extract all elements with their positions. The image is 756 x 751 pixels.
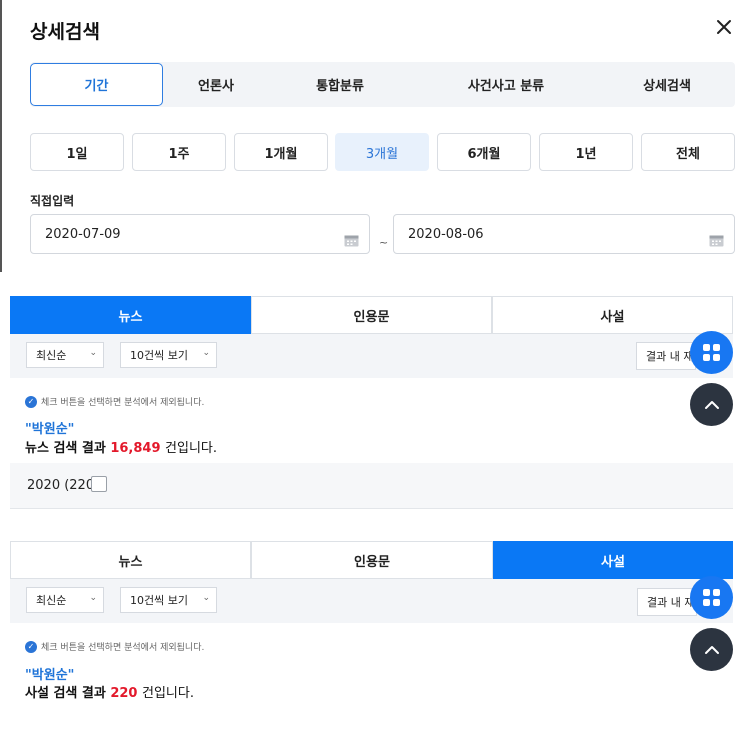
calendar-icon[interactable] bbox=[709, 234, 724, 247]
page-size-select[interactable]: 10건씩 보기 ⌄ bbox=[120, 587, 217, 613]
exclude-notice-text: 체크 버튼을 선택하면 분석에서 제외됩니다. bbox=[41, 398, 205, 408]
year-exclude-checkbox[interactable] bbox=[91, 476, 107, 492]
tab-quotes[interactable]: 인용문 bbox=[251, 541, 493, 579]
modal-title: 상세검색 bbox=[30, 21, 100, 43]
period-1year-button[interactable]: 1년 bbox=[539, 133, 633, 171]
date-to-value: 2020-08-06 bbox=[408, 226, 484, 242]
date-from-input[interactable]: 2020-07-09 bbox=[30, 214, 370, 254]
sort-select[interactable]: 최신순 ⌄ bbox=[26, 587, 104, 613]
tab-editorial[interactable]: 사설 bbox=[492, 296, 733, 334]
period-3month-button[interactable]: 3개월 bbox=[335, 133, 429, 171]
period-1week-button[interactable]: 1주 bbox=[132, 133, 226, 171]
result-summary: 뉴스 검색 결과 16,849 건입니다. bbox=[25, 437, 217, 456]
close-button[interactable] bbox=[716, 18, 732, 40]
result-count: 220 bbox=[110, 686, 138, 701]
check-circle-icon: ✓ bbox=[25, 640, 37, 653]
calendar-icon[interactable] bbox=[344, 234, 359, 247]
tab-detail-search[interactable]: 상세검색 bbox=[601, 62, 733, 107]
chevron-down-icon: ⌄ bbox=[89, 593, 97, 603]
tab-editorial[interactable]: 사설 bbox=[493, 541, 733, 579]
tab-integrated-category[interactable]: 통합분류 bbox=[269, 62, 411, 107]
scroll-top-button[interactable] bbox=[690, 383, 733, 426]
period-1month-button[interactable]: 1개월 bbox=[234, 133, 328, 171]
menu-fab-button[interactable] bbox=[690, 576, 733, 619]
search-keyword: "박원순" bbox=[25, 668, 75, 683]
date-from-value: 2020-07-09 bbox=[45, 226, 121, 242]
tab-press[interactable]: 언론사 bbox=[163, 62, 269, 107]
result-filter-bar: 최신순 ⌄ 10건씩 보기 ⌄ 결과 내 재 bbox=[10, 579, 733, 623]
year-filter-row: 2020 (220) bbox=[10, 463, 733, 509]
period-6month-button[interactable]: 6개월 bbox=[437, 133, 531, 171]
result-summary: 사설 검색 결과 220 건입니다. bbox=[25, 682, 194, 701]
result-summary-suffix: 건입니다. bbox=[165, 441, 218, 456]
chevron-up-icon bbox=[704, 645, 719, 654]
exclude-notice: ✓ 체크 버튼을 선택하면 분석에서 제외됩니다. bbox=[25, 640, 204, 653]
chevron-up-icon bbox=[704, 400, 719, 409]
tab-news[interactable]: 뉴스 bbox=[10, 296, 251, 334]
menu-fab-button[interactable] bbox=[690, 331, 733, 374]
result-summary-suffix: 건입니다. bbox=[142, 686, 194, 701]
sort-select[interactable]: 최신순 ⌄ bbox=[26, 342, 104, 368]
date-to-input[interactable]: 2020-08-06 bbox=[393, 214, 735, 254]
page-size-select-value: 10건씩 보기 bbox=[130, 349, 188, 362]
direct-input-label: 직접입력 bbox=[30, 194, 75, 208]
tab-news[interactable]: 뉴스 bbox=[10, 541, 251, 579]
grid-icon bbox=[703, 589, 720, 606]
year-label: 2020 (220) bbox=[27, 478, 100, 493]
result-summary-prefix: 뉴스 검색 결과 bbox=[25, 441, 106, 456]
detail-search-modal: 상세검색 기간 언론사 통합분류 사건사고 분류 상세검색 1일 1주 1개월 … bbox=[0, 0, 745, 272]
grid-icon bbox=[703, 344, 720, 361]
result-filter-bar: 최신순 ⌄ 10건씩 보기 ⌄ 결과 내 재 bbox=[10, 334, 733, 378]
tab-quotes[interactable]: 인용문 bbox=[251, 296, 492, 334]
page-size-select[interactable]: 10건씩 보기 ⌄ bbox=[120, 342, 217, 368]
period-1day-button[interactable]: 1일 bbox=[30, 133, 124, 171]
result-summary-prefix: 사설 검색 결과 bbox=[25, 686, 106, 701]
tab-period[interactable]: 기간 bbox=[30, 63, 163, 106]
sort-select-value: 최신순 bbox=[36, 349, 67, 362]
filter-category-tabs: 기간 언론사 통합분류 사건사고 분류 상세검색 bbox=[30, 62, 735, 107]
period-all-button[interactable]: 전체 bbox=[641, 133, 735, 171]
close-icon bbox=[717, 20, 731, 34]
sort-select-value: 최신순 bbox=[36, 594, 67, 607]
exclude-notice-text: 체크 버튼을 선택하면 분석에서 제외됩니다. bbox=[41, 643, 205, 653]
chevron-down-icon: ⌄ bbox=[202, 348, 210, 358]
result-type-tabs: 뉴스 인용문 사설 bbox=[10, 541, 733, 579]
check-circle-icon: ✓ bbox=[25, 395, 37, 408]
scroll-top-button[interactable] bbox=[690, 628, 733, 671]
tab-incident-category[interactable]: 사건사고 분류 bbox=[411, 62, 601, 107]
search-within-results-button[interactable]: 결과 내 재 bbox=[637, 588, 697, 616]
exclude-notice: ✓ 체크 버튼을 선택하면 분석에서 제외됩니다. bbox=[25, 395, 204, 408]
chevron-down-icon: ⌄ bbox=[89, 348, 97, 358]
search-within-results-button[interactable]: 결과 내 재 bbox=[636, 342, 696, 370]
search-keyword: "박원순" bbox=[25, 422, 75, 437]
result-count: 16,849 bbox=[110, 441, 161, 456]
date-range-separator: ~ bbox=[379, 236, 389, 249]
chevron-down-icon: ⌄ bbox=[202, 593, 210, 603]
page-size-select-value: 10건씩 보기 bbox=[130, 594, 188, 607]
result-type-tabs: 뉴스 인용문 사설 bbox=[10, 296, 733, 334]
